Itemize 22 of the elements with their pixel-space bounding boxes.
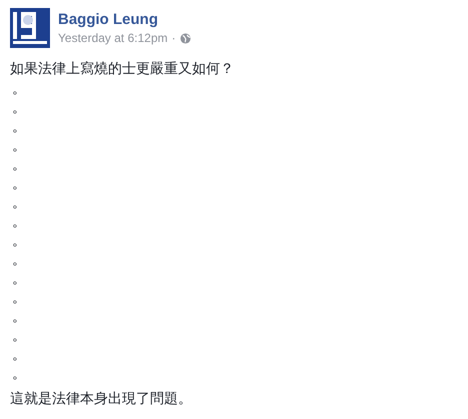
post-text: 。 [11, 289, 27, 308]
post-text: 。 [11, 99, 27, 118]
post-text: 。 [11, 365, 27, 384]
post-text: 。 [11, 251, 27, 270]
post-text: 。 [11, 175, 27, 194]
post-text: 。 [11, 346, 27, 365]
author-name[interactable]: Baggio Leung [58, 11, 191, 28]
post-text: 如果法律上寫燒的士更嚴重又如何？ [10, 60, 235, 79]
post-text: 。 [11, 308, 27, 327]
post-text: 。 [11, 118, 27, 137]
post-text: 這就是法律本身出現了問題。 [10, 390, 193, 409]
globe-icon[interactable] [180, 32, 191, 44]
post-text: 。 [11, 156, 27, 175]
post-text: 。 [11, 232, 27, 251]
post-text: 。 [11, 327, 27, 346]
separator: · [172, 31, 176, 45]
post-text: 。 [11, 137, 27, 156]
post-text: 。 [11, 80, 27, 99]
post-text: 。 [11, 270, 27, 289]
post-text: 。 [11, 213, 27, 232]
page-avatar[interactable] [10, 8, 50, 48]
post-text: 。 [11, 194, 27, 213]
